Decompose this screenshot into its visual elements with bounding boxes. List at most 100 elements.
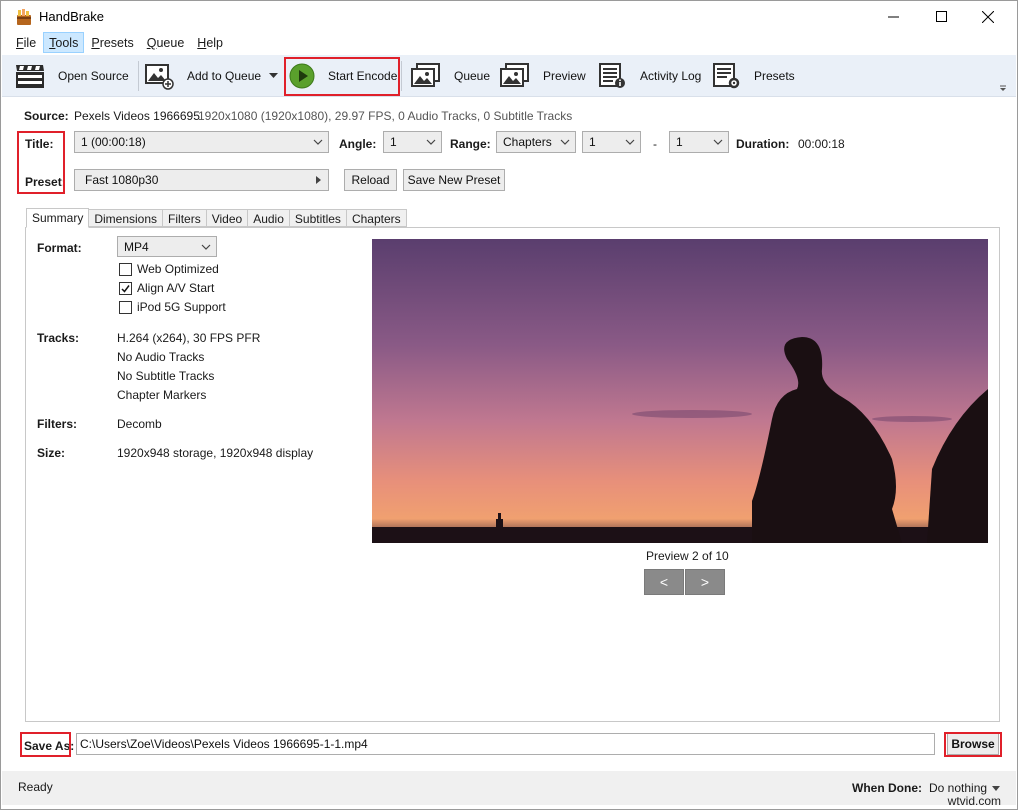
tab-subtitles[interactable]: Subtitles [290,209,347,227]
close-icon [982,11,994,23]
size-value: 1920x948 storage, 1920x948 display [117,446,313,460]
source-name: Pexels Videos 1966695 [74,109,200,123]
tab-dimensions[interactable]: Dimensions [89,209,163,227]
when-done-value: Do nothing [929,781,987,795]
track-audio: No Audio Tracks [117,350,204,364]
reload-button[interactable]: Reload [344,169,397,191]
preview-prev-button[interactable]: < [644,569,684,595]
range-start-select[interactable]: 1 [582,131,641,153]
dropdown-arrow-icon[interactable] [269,73,279,79]
size-label: Size: [37,446,65,460]
chevron-down-icon [625,136,635,148]
highlight-start-encode [284,57,400,96]
preset-select[interactable]: Fast 1080p30 [74,169,329,191]
tab-chapters[interactable]: Chapters [347,209,407,227]
chevron-down-icon [992,786,1000,792]
handbrake-app-icon [15,8,33,26]
menu-presets[interactable]: Presets [85,32,139,53]
preview-label: Preview [543,69,586,83]
menu-presets-accel: P [91,36,99,50]
angle-label: Angle: [339,137,376,151]
queue-label: Queue [454,69,490,83]
menu-help-label: elp [206,36,223,50]
preview-caption: Preview 2 of 10 [646,549,729,563]
chevron-down-icon [560,136,570,148]
tab-video[interactable]: Video [207,209,248,227]
tab-audio[interactable]: Audio [248,209,290,227]
add-to-queue-label: Add to Queue [187,69,261,83]
when-done-select[interactable]: Do nothing [929,781,1000,795]
when-done-label: When Done: [852,781,922,795]
track-subtitle: No Subtitle Tracks [117,369,214,383]
menu-queue-accel: Q [147,36,157,50]
close-button[interactable] [965,1,1011,32]
activity-log-button[interactable]: Activity Log [596,55,701,97]
menu-bar: File Tools Presets Queue Help [1,32,1017,55]
highlight-title-preset [17,131,65,194]
status-bar: Ready When Done: Do nothing [2,771,1016,805]
toolbar-overflow-icon[interactable] [1000,85,1008,93]
handbrake-window: HandBrake File Tools Presets Queue Help [0,0,1018,810]
range-label: Range: [450,137,491,151]
chevron-down-icon [201,241,211,253]
tab-summary[interactable]: Summary [26,208,89,228]
range-end-select[interactable]: 1 [669,131,729,153]
menu-presets-label: resets [100,36,134,50]
range-dash: - [653,137,657,151]
activity-log-icon [597,62,627,90]
angle-select[interactable]: 1 [383,131,442,153]
format-select[interactable]: MP4 [117,236,217,257]
open-source-button[interactable]: Open Source [14,55,129,97]
maximize-button[interactable] [918,1,964,32]
filters-label: Filters: [37,417,77,431]
minimize-icon [888,11,899,22]
presets-button[interactable]: Presets [710,55,795,97]
web-optimized-checkbox[interactable] [119,263,132,276]
angle-select-value: 1 [390,135,397,149]
maximize-icon [936,11,947,22]
chevron-down-icon [426,136,436,148]
add-image-icon [144,62,174,90]
track-video: H.264 (x264), 30 FPS PFR [117,331,260,345]
presets-icon [711,62,741,90]
add-to-queue-button[interactable]: Add to Queue [143,55,279,97]
save-new-preset-button[interactable]: Save New Preset [403,169,505,191]
minimize-button[interactable] [870,1,916,32]
source-info: 1920x1080 (1920x1080), 29.97 FPS, 0 Audi… [198,109,572,123]
preset-select-value: Fast 1080p30 [81,173,158,187]
range-mode-value: Chapters [503,135,552,149]
tracks-label: Tracks: [37,331,79,345]
tab-strip: Summary Dimensions Filters Video Audio S… [26,208,407,227]
menu-file-label: ile [24,36,37,50]
save-path-input[interactable]: C:\Users\Zoe\Videos\Pexels Videos 196669… [76,733,935,755]
clapperboard-icon [15,63,45,89]
menu-queue-label: ueue [156,36,184,50]
range-start-value: 1 [589,135,596,149]
title-select[interactable]: 1 (00:00:18) [74,131,329,153]
checkmark-icon [120,283,131,294]
menu-tools[interactable]: Tools [43,32,84,53]
queue-button[interactable]: Queue [410,55,490,97]
preview-button[interactable]: Preview [499,55,586,97]
preview-next-button[interactable]: > [685,569,725,595]
preview-image [372,239,988,543]
range-mode-select[interactable]: Chapters [496,131,576,153]
track-chapters: Chapter Markers [117,388,206,402]
activity-log-label: Activity Log [640,69,701,83]
menu-queue[interactable]: Queue [141,32,191,53]
align-av-label: Align A/V Start [137,281,214,295]
preview-icon [499,62,531,90]
menu-file[interactable]: File [10,32,42,53]
duration-label: Duration: [736,137,789,151]
queue-icon [410,62,442,90]
title-bar: HandBrake [1,1,1017,32]
ipod-checkbox[interactable] [119,301,132,314]
ipod-label: iPod 5G Support [137,300,226,314]
align-av-checkbox[interactable] [119,282,132,295]
tab-filters[interactable]: Filters [163,209,207,227]
chevron-down-icon [713,136,723,148]
highlight-browse [944,732,1002,757]
duration-value: 00:00:18 [798,137,845,151]
toolbar-separator [138,61,139,91]
menu-help[interactable]: Help [191,32,229,53]
